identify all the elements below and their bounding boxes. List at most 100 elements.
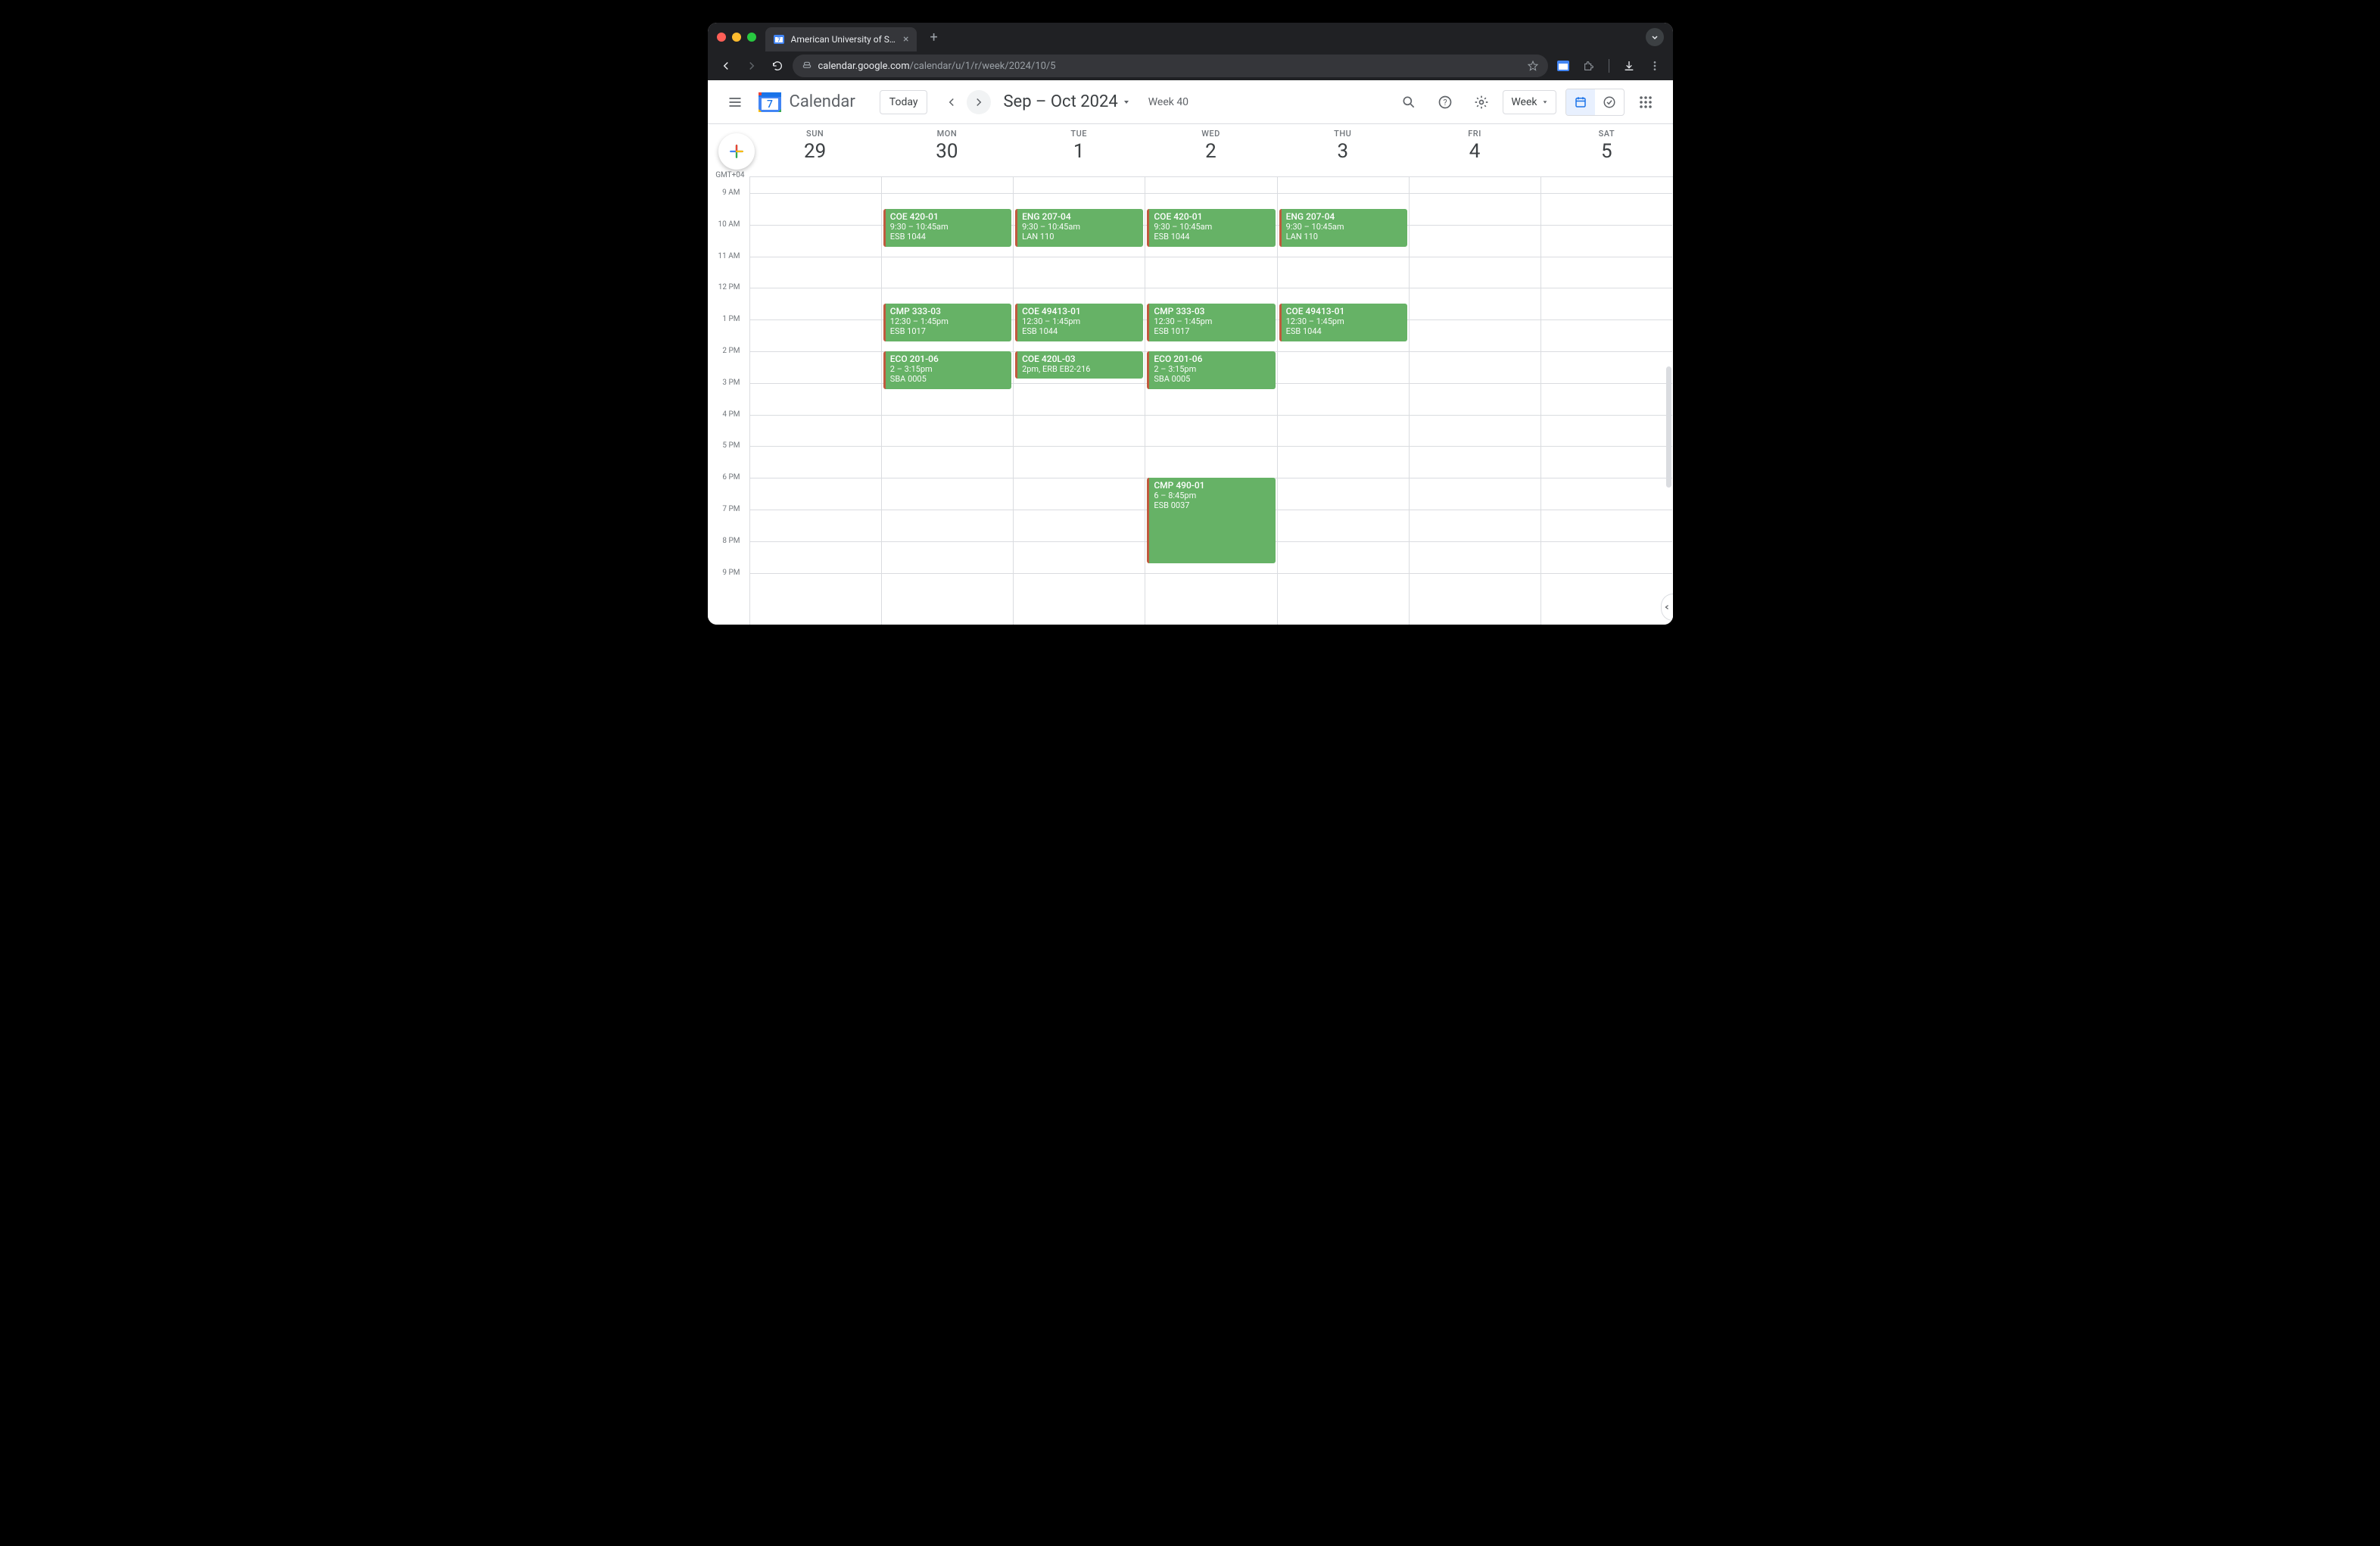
google-apps-button[interactable] xyxy=(1631,87,1661,117)
browser-tab[interactable]: 7 American University of Sharj… × xyxy=(765,27,917,51)
hour-gridline xyxy=(1541,541,1672,542)
day-column[interactable] xyxy=(1409,177,1540,625)
day-of-week-label: MON xyxy=(937,129,958,139)
browser-menu-icon[interactable] xyxy=(1644,55,1665,76)
site-info-icon[interactable] xyxy=(802,61,812,71)
day-column[interactable]: COE 420-019:30 – 10:45amESB 1044 CMP 333-… xyxy=(1145,177,1276,625)
downloads-icon[interactable] xyxy=(1618,55,1640,76)
day-header[interactable]: SUN29 xyxy=(749,124,881,176)
day-header[interactable]: TUE1 xyxy=(1013,124,1145,176)
hour-gridline xyxy=(750,193,881,194)
event-time: 12:30 – 1:45pm xyxy=(1154,316,1270,326)
calendar-event[interactable]: CMP 333-0312:30 – 1:45pmESB 1017 xyxy=(1147,304,1275,341)
event-title: ECO 201-06 xyxy=(1154,354,1270,364)
prev-week-button[interactable] xyxy=(939,90,964,114)
day-of-week-label: FRI xyxy=(1468,129,1481,139)
reload-button[interactable] xyxy=(767,55,788,76)
event-title: ECO 201-06 xyxy=(890,354,1007,364)
view-selector[interactable]: Week xyxy=(1503,90,1556,114)
week-nav xyxy=(939,90,991,114)
calendar-event[interactable]: CMP 490-016 – 8:45pmESB 0037 xyxy=(1147,478,1275,563)
close-window-button[interactable] xyxy=(717,33,726,42)
calendar-extension-icon[interactable] xyxy=(1553,55,1574,76)
maximize-window-button[interactable] xyxy=(747,33,756,42)
calendar-view-toggle[interactable] xyxy=(1566,89,1595,115)
day-column[interactable]: COE 420-019:30 – 10:45amESB 1044 CMP 333-… xyxy=(881,177,1013,625)
main-menu-button[interactable] xyxy=(720,87,750,117)
calendar-event[interactable]: CMP 333-0312:30 – 1:45pmESB 1017 xyxy=(883,304,1011,341)
day-header[interactable]: MON30 xyxy=(881,124,1013,176)
day-header[interactable]: WED2 xyxy=(1145,124,1276,176)
hour-gridline xyxy=(1278,541,1409,542)
calendar-event[interactable]: ECO 201-062 – 3:15pmSBA 0005 xyxy=(883,351,1011,389)
date-range-picker[interactable]: Sep – Oct 2024 xyxy=(1003,92,1129,111)
tab-close-icon[interactable]: × xyxy=(903,33,908,45)
scrollbar[interactable] xyxy=(1666,366,1671,488)
hour-label: 9 PM xyxy=(722,569,744,600)
event-title: CMP 490-01 xyxy=(1154,480,1270,491)
settings-button[interactable] xyxy=(1466,87,1497,117)
browser-chrome: 7 American University of Sharj… × + xyxy=(708,23,1673,80)
forward-button[interactable] xyxy=(741,55,762,76)
hour-gridline xyxy=(1410,225,1540,226)
day-header[interactable]: FRI4 xyxy=(1409,124,1540,176)
calendar-event[interactable]: ENG 207-049:30 – 10:45amLAN 110 xyxy=(1015,209,1143,247)
address-bar[interactable]: calendar.google.com/calendar/u/1/r/week/… xyxy=(793,55,1548,77)
calendar-event[interactable]: COE 420L-032pm, ERB EB2-216 xyxy=(1015,351,1143,379)
event-location: ESB 0037 xyxy=(1154,500,1270,510)
help-button[interactable]: ? xyxy=(1430,87,1460,117)
day-column[interactable] xyxy=(1540,177,1672,625)
address-bar-row: calendar.google.com/calendar/u/1/r/week/… xyxy=(708,51,1673,80)
chevron-down-icon xyxy=(1123,98,1130,106)
app-name: Calendar xyxy=(790,92,855,111)
event-time: 9:30 – 10:45am xyxy=(1154,222,1270,232)
window-controls xyxy=(717,33,756,42)
hour-gridline xyxy=(1014,446,1145,447)
bookmark-star-icon[interactable] xyxy=(1527,60,1539,72)
back-button[interactable] xyxy=(715,55,737,76)
calendar-event[interactable]: ENG 207-049:30 – 10:45amLAN 110 xyxy=(1279,209,1407,247)
hour-gridline xyxy=(750,225,881,226)
event-time: 6 – 8:45pm xyxy=(1154,491,1270,500)
hour-gridline xyxy=(1410,351,1540,352)
day-of-week-label: TUE xyxy=(1070,129,1087,139)
new-tab-button[interactable]: + xyxy=(924,26,944,48)
hour-gridline xyxy=(882,446,1013,447)
day-header[interactable]: THU3 xyxy=(1277,124,1409,176)
search-button[interactable] xyxy=(1394,87,1424,117)
minimize-window-button[interactable] xyxy=(732,33,741,42)
calendar-event[interactable]: ECO 201-062 – 3:15pmSBA 0005 xyxy=(1147,351,1275,389)
calendar-logo-icon: 7 xyxy=(756,89,783,116)
tab-overflow-button[interactable] xyxy=(1646,28,1664,46)
extensions-icon[interactable] xyxy=(1578,55,1600,76)
tasks-view-toggle[interactable] xyxy=(1595,89,1624,115)
day-column[interactable]: ENG 207-049:30 – 10:45amLAN 110 COE 49413… xyxy=(1277,177,1409,625)
event-location: ESB 1044 xyxy=(1154,232,1270,242)
day-header[interactable]: SAT5 xyxy=(1540,124,1672,176)
create-button[interactable] xyxy=(718,133,755,170)
day-column[interactable] xyxy=(749,177,881,625)
hour-label: 2 PM xyxy=(722,347,744,379)
calendar-event[interactable]: COE 49413-0112:30 – 1:45pmESB 1044 xyxy=(1279,304,1407,341)
calendar-event[interactable]: COE 420-019:30 – 10:45amESB 1044 xyxy=(883,209,1011,247)
day-column[interactable]: ENG 207-049:30 – 10:45amLAN 110 COE 49413… xyxy=(1013,177,1145,625)
hour-label: 12 PM xyxy=(718,283,745,315)
chevron-down-icon xyxy=(1542,99,1548,105)
hour-gridline xyxy=(1541,573,1672,574)
week-number-label: Week 40 xyxy=(1148,96,1188,108)
day-of-week-label: WED xyxy=(1201,129,1220,139)
today-button[interactable]: Today xyxy=(880,90,928,114)
hour-gridline xyxy=(1014,193,1145,194)
svg-text:7: 7 xyxy=(767,98,773,111)
hour-gridline xyxy=(1278,351,1409,352)
day-number-label: 2 xyxy=(1205,140,1216,163)
hour-gridline xyxy=(750,573,881,574)
calendar-event[interactable]: COE 420-019:30 – 10:45amESB 1044 xyxy=(1147,209,1275,247)
hour-gridline xyxy=(750,351,881,352)
app-logo[interactable]: 7 Calendar xyxy=(756,89,855,116)
hour-gridline xyxy=(1410,573,1540,574)
next-week-button[interactable] xyxy=(967,90,991,114)
hour-gridline xyxy=(1014,573,1145,574)
hour-gridline xyxy=(882,541,1013,542)
calendar-event[interactable]: COE 49413-0112:30 – 1:45pmESB 1044 xyxy=(1015,304,1143,341)
